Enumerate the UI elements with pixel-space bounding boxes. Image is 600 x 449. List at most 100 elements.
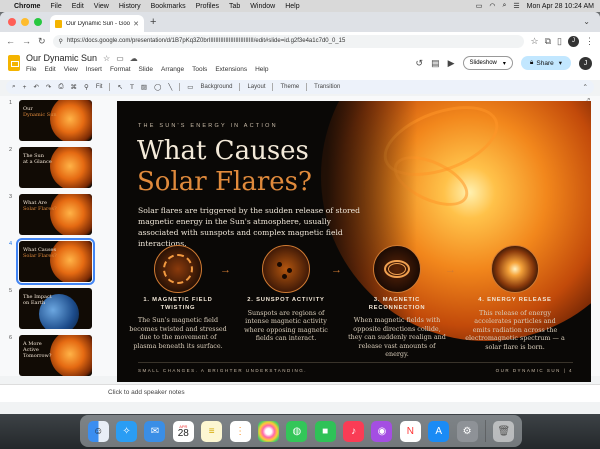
select-tool-icon[interactable]: ↖ xyxy=(117,83,122,91)
star-icon[interactable]: ☆ xyxy=(103,54,110,63)
search-menus-icon[interactable]: ⌕ xyxy=(12,83,16,91)
extensions-icon[interactable]: ⧉ xyxy=(545,36,551,47)
docs-menu-tools[interactable]: Tools xyxy=(192,66,207,73)
menu-file[interactable]: File xyxy=(50,3,61,10)
slides-logo-icon[interactable] xyxy=(8,55,20,71)
menu-bookmarks[interactable]: Bookmarks xyxy=(151,3,186,10)
slide-thumbnail-6[interactable]: A More Active Tomorrow? xyxy=(19,335,92,376)
image-icon[interactable]: ▨ xyxy=(141,83,147,91)
step-card-1[interactable]: 1. MAGNETIC FIELD TWISTING The Sun's mag… xyxy=(128,245,228,350)
meet-icon[interactable]: ▶ xyxy=(448,58,455,69)
speaker-notes[interactable]: Click to add speaker notes xyxy=(0,384,600,402)
sidepanel-icon[interactable]: ▯ xyxy=(557,36,562,47)
share-chevron-icon[interactable]: ▾ xyxy=(559,59,562,67)
slide-lead-paragraph[interactable]: Solar flares are triggered by the sudden… xyxy=(138,205,368,249)
calendar-icon[interactable]: APR 28 xyxy=(172,420,194,442)
messages-icon[interactable]: ◍ xyxy=(286,420,308,442)
site-info-icon[interactable]: ⚲ xyxy=(59,38,63,45)
menu-profiles[interactable]: Profiles xyxy=(196,3,219,10)
docs-menu-help[interactable]: Help xyxy=(255,66,268,73)
search-icon[interactable]: ⌕ xyxy=(502,2,506,10)
slide-title-line-1[interactable]: What Causes xyxy=(137,136,309,166)
new-tab-icon[interactable]: + xyxy=(150,16,156,28)
close-tab-icon[interactable]: ✕ xyxy=(133,20,139,28)
clock[interactable]: Mon Apr 28 10:24 AM xyxy=(527,3,594,10)
move-folder-icon[interactable]: ▭ xyxy=(116,54,124,63)
theme-button[interactable]: Theme xyxy=(280,84,299,90)
slide-thumbnail-3[interactable]: What Are Solar Flares? xyxy=(19,194,92,235)
step-card-4[interactable]: 4. ENERGY RELEASE This release of energy… xyxy=(465,245,565,351)
app-store-icon[interactable]: A xyxy=(428,420,450,442)
docs-menu-format[interactable]: Format xyxy=(110,66,131,73)
menu-edit[interactable]: Edit xyxy=(72,3,84,10)
paint-format-icon[interactable]: ⌘ xyxy=(71,83,78,91)
slide-title-line-2[interactable]: Solar Flares? xyxy=(137,167,312,197)
slide-kicker[interactable]: THE SUN'S ENERGY IN ACTION xyxy=(138,123,278,129)
close-window-button[interactable] xyxy=(8,18,16,26)
slide-thumbnail-5[interactable]: The Impact on Earth xyxy=(19,288,92,329)
chevron-down-icon[interactable]: ▾ xyxy=(503,60,506,67)
line-icon[interactable]: ╲ xyxy=(168,83,172,91)
wifi-icon[interactable]: ◠ xyxy=(489,2,495,10)
tab-search-chevron-icon[interactable]: ⌄ xyxy=(583,17,590,26)
slide-thumbnail-2[interactable]: The Sun at a Glance xyxy=(19,147,92,188)
menu-help[interactable]: Help xyxy=(285,3,299,10)
text-box-icon[interactable]: T xyxy=(130,84,134,91)
minimize-window-button[interactable] xyxy=(21,18,29,26)
docs-menu-arrange[interactable]: Arrange xyxy=(161,66,184,73)
cloud-status-icon[interactable]: ☁ xyxy=(130,54,138,63)
slideshow-button[interactable]: Slideshow ▾ xyxy=(462,56,513,70)
facetime-icon[interactable]: ■ xyxy=(314,420,336,442)
menu-window[interactable]: Window xyxy=(250,3,275,10)
reminders-icon[interactable]: ⋮ xyxy=(229,420,251,442)
history-icon[interactable]: ↺ xyxy=(416,58,424,69)
zoom-select[interactable]: Fit xyxy=(96,84,103,90)
redo-icon[interactable]: ↷ xyxy=(46,83,51,91)
control-center-icon[interactable]: ☰ xyxy=(513,2,519,10)
podcasts-icon[interactable]: ◉ xyxy=(371,420,393,442)
print-icon[interactable]: ⎙ xyxy=(58,83,63,91)
docs-menu-insert[interactable]: Insert xyxy=(86,66,102,73)
finder-icon[interactable]: ☺ xyxy=(87,420,109,442)
zoom-icon[interactable]: ⚲ xyxy=(84,83,89,91)
docs-menu-slide[interactable]: Slide xyxy=(139,66,153,73)
address-bar[interactable]: ⚲ https://docs.google.com/presentation/d… xyxy=(52,34,524,48)
new-slide-icon[interactable]: + xyxy=(23,84,27,91)
shape-icon[interactable]: ◯ xyxy=(154,83,161,91)
docs-menu-file[interactable]: File xyxy=(26,66,36,73)
slide-thumbnail-4-selected[interactable]: What Causes Solar Flares? xyxy=(16,238,95,285)
menu-app-name[interactable]: Chrome xyxy=(14,3,40,10)
mail-icon[interactable]: ✉ xyxy=(144,420,166,442)
music-icon[interactable]: ♪ xyxy=(343,420,365,442)
zoom-window-button[interactable] xyxy=(34,18,42,26)
transition-button[interactable]: Transition xyxy=(314,84,340,90)
battery-icon[interactable]: ▭ xyxy=(476,2,483,10)
comment-add-icon[interactable]: ▭ xyxy=(187,83,193,91)
bookmark-star-icon[interactable]: ☆ xyxy=(531,36,539,47)
doc-profile-avatar[interactable]: J xyxy=(579,56,592,70)
share-button[interactable]: 🔒︎ Share ▾ xyxy=(520,56,571,70)
news-icon[interactable]: N xyxy=(399,420,421,442)
docs-menu-edit[interactable]: Edit xyxy=(44,66,55,73)
notes-icon[interactable]: ≡ xyxy=(201,420,223,442)
system-settings-icon[interactable]: ⚙ xyxy=(456,420,478,442)
collapse-toolbar-icon[interactable]: ⌃ xyxy=(583,83,588,91)
slide-footer-tagline[interactable]: SMALL CHANGES. A BRIGHTER UNDERSTANDING. xyxy=(138,368,307,373)
docs-menu-view[interactable]: View xyxy=(64,66,78,73)
back-icon[interactable]: ← xyxy=(6,36,15,46)
more-icon[interactable]: ⋮ xyxy=(585,36,594,47)
background-button[interactable]: Background xyxy=(200,84,232,90)
menu-tab[interactable]: Tab xyxy=(229,3,240,10)
docs-menu-extensions[interactable]: Extensions xyxy=(215,66,247,73)
undo-icon[interactable]: ↶ xyxy=(33,83,38,91)
current-slide[interactable]: THE SUN'S ENERGY IN ACTION What Causes S… xyxy=(117,101,591,382)
comments-icon[interactable]: ▤ xyxy=(431,58,440,69)
step-card-2[interactable]: 2. SUNSPOT ACTIVITY Sunspots are regions… xyxy=(236,245,336,343)
safari-icon[interactable]: ✧ xyxy=(116,420,138,442)
slide-footer-page[interactable]: OUR DYNAMIC SUN | 4 xyxy=(496,368,573,373)
trash-icon[interactable]: 🗑︎ xyxy=(493,420,515,442)
menu-view[interactable]: View xyxy=(94,3,109,10)
slide-thumbnail-1[interactable]: Our Dynamic Sun xyxy=(19,100,92,141)
browser-tab-active[interactable]: Our Dynamic Sun - Google Slides ✕ xyxy=(50,15,144,32)
layout-button[interactable]: Layout xyxy=(247,84,265,90)
